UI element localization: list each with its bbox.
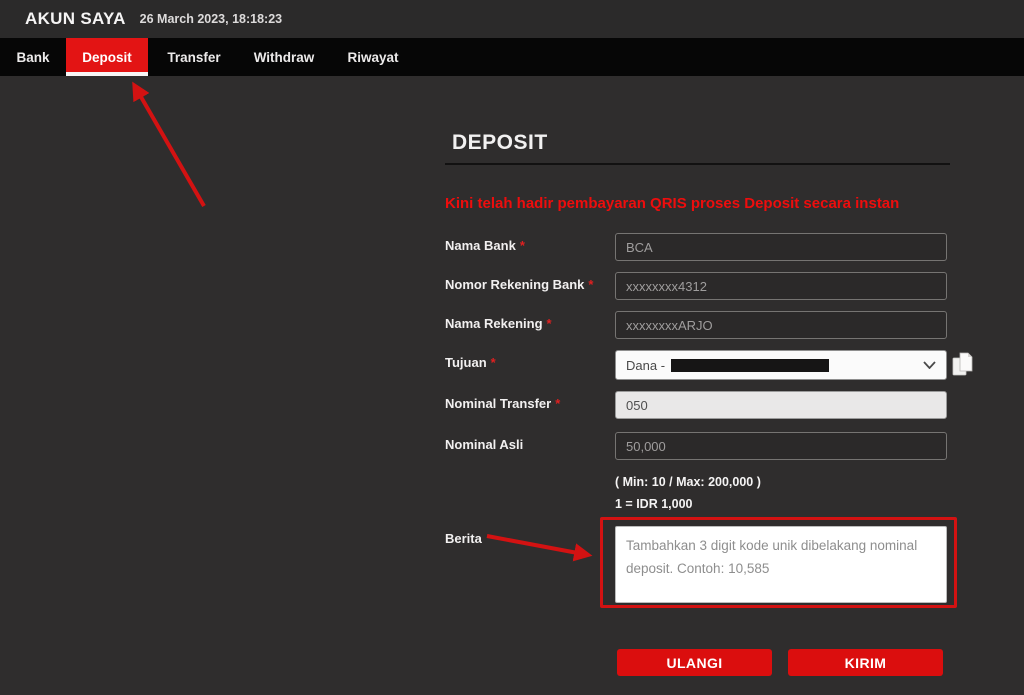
nomor-rekening-label: Nomor Rekening Bank* xyxy=(445,272,615,300)
nama-bank-label: Nama Bank* xyxy=(445,233,615,261)
chevron-down-icon xyxy=(923,361,936,369)
title-divider xyxy=(445,163,950,165)
field-row-tujuan: Tujuan* Dana - xyxy=(445,350,955,380)
required-mark: * xyxy=(588,277,593,292)
arrow-to-deposit-tab xyxy=(137,90,204,206)
ulangi-button[interactable]: ULANGI xyxy=(617,649,772,676)
berita-textarea[interactable] xyxy=(615,526,947,603)
amount-hints: ( Min: 10 / Max: 200,000 ) 1 = IDR 1,000 xyxy=(615,475,955,511)
field-row-nomor-rekening: Nomor Rekening Bank* xyxy=(445,272,955,300)
tab-bank[interactable]: Bank xyxy=(0,38,66,76)
rate-hint: 1 = IDR 1,000 xyxy=(615,497,955,511)
redaction-bar xyxy=(671,359,829,372)
deposit-form: Nama Bank* Nomor Rekening Bank* Nama Rek… xyxy=(445,233,955,619)
berita-label: Berita xyxy=(445,526,615,608)
required-mark: * xyxy=(547,316,552,331)
nama-rekening-input[interactable] xyxy=(615,311,947,339)
nominal-asli-input[interactable] xyxy=(615,432,947,460)
nominal-transfer-input[interactable] xyxy=(615,391,947,419)
nominal-transfer-label: Nominal Transfer* xyxy=(445,391,615,419)
field-row-nama-rekening: Nama Rekening* xyxy=(445,311,955,339)
field-row-berita: Berita xyxy=(445,526,955,608)
tab-withdraw[interactable]: Withdraw xyxy=(240,38,328,76)
tab-deposit[interactable]: Deposit xyxy=(66,38,148,76)
nama-rekening-label: Nama Rekening* xyxy=(445,311,615,339)
required-mark: * xyxy=(520,238,525,253)
required-mark: * xyxy=(555,396,560,411)
tab-transfer[interactable]: Transfer xyxy=(148,38,240,76)
copy-icon[interactable] xyxy=(951,350,977,378)
brand-title: AKUN SAYA xyxy=(25,9,126,29)
field-row-nominal-transfer: Nominal Transfer* xyxy=(445,391,955,419)
page-title: DEPOSIT xyxy=(445,131,950,155)
deposit-page: AKUN SAYA 26 March 2023, 18:18:23 Bank D… xyxy=(0,0,1024,695)
tab-riwayat[interactable]: Riwayat xyxy=(328,38,418,76)
header-datetime: 26 March 2023, 18:18:23 xyxy=(140,12,282,26)
nomor-rekening-input[interactable] xyxy=(615,272,947,300)
top-header: AKUN SAYA 26 March 2023, 18:18:23 xyxy=(0,0,1024,38)
promo-text: Kini telah hadir pembayaran QRIS proses … xyxy=(445,195,965,212)
tujuan-label: Tujuan* xyxy=(445,350,615,380)
main-nav: Bank Deposit Transfer Withdraw Riwayat xyxy=(0,38,1024,76)
nama-bank-input[interactable] xyxy=(615,233,947,261)
kirim-button[interactable]: KIRIM xyxy=(788,649,943,676)
field-row-nominal-asli: Nominal Asli xyxy=(445,432,955,460)
required-mark: * xyxy=(491,355,496,370)
tujuan-selected-value: Dana - xyxy=(626,358,665,373)
nominal-asli-label: Nominal Asli xyxy=(445,432,615,460)
form-actions: ULANGI KIRIM xyxy=(617,649,943,676)
min-max-hint: ( Min: 10 / Max: 200,000 ) xyxy=(615,475,955,489)
field-row-nama-bank: Nama Bank* xyxy=(445,233,955,261)
tujuan-select[interactable]: Dana - xyxy=(615,350,947,380)
